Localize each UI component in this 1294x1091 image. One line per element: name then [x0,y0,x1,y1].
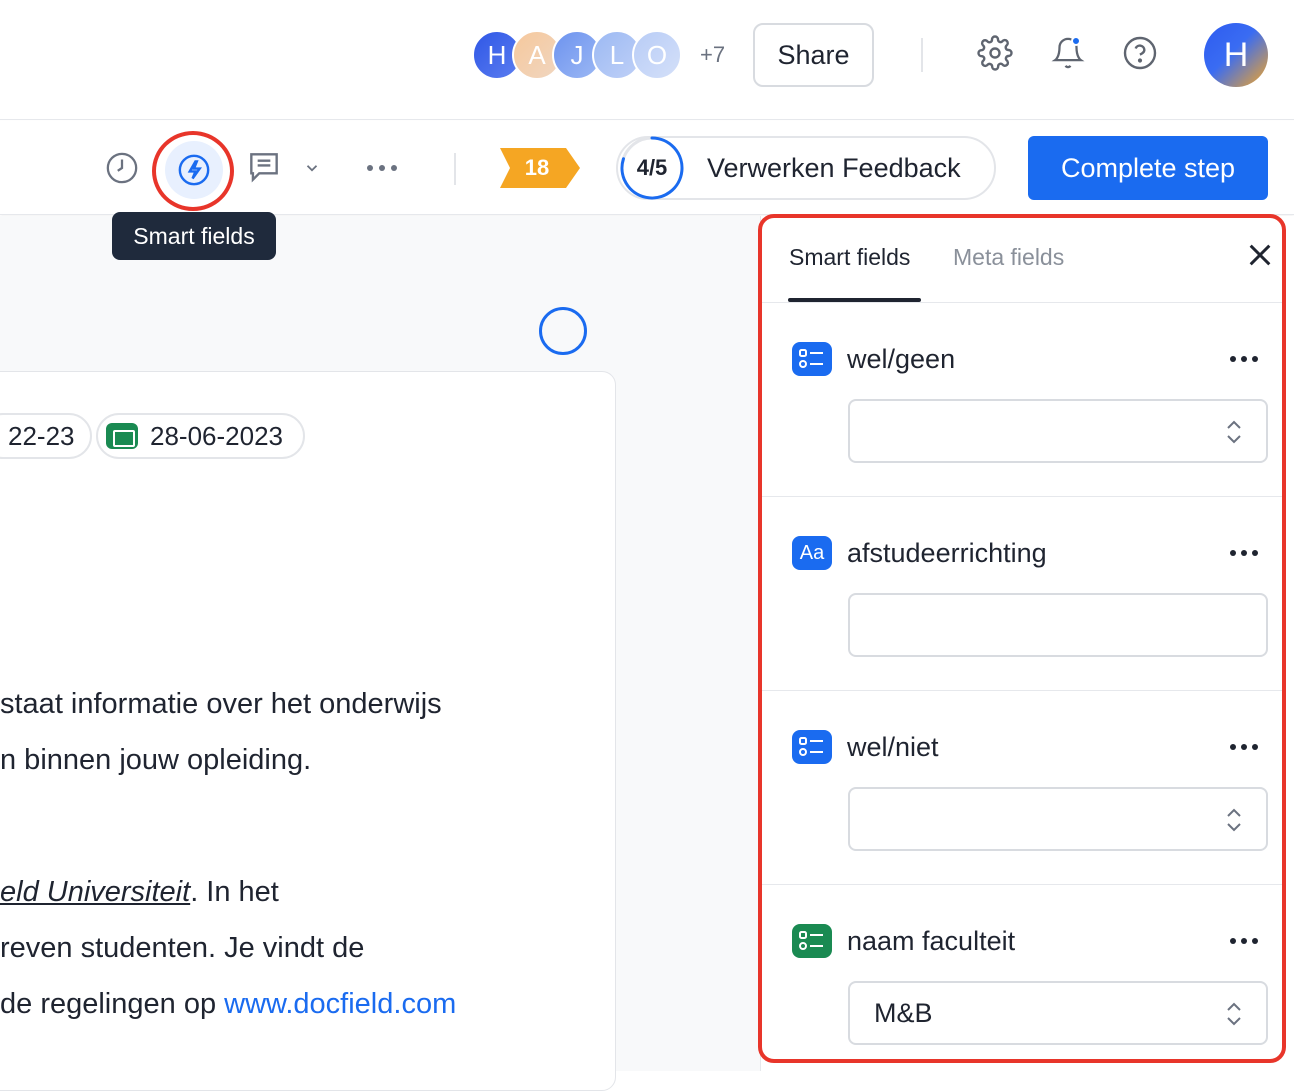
calendar-icon [106,423,138,449]
tab-meta-fields[interactable]: Meta fields [953,244,1064,271]
loading-indicator [539,307,587,355]
sort-icon [1227,808,1241,832]
divider [921,38,923,72]
more-icon[interactable] [362,148,402,188]
document-text: . In het [190,876,279,908]
highlight-circle [152,131,234,211]
field-label: wel/niet [847,732,939,762]
step-fraction: 4/5 [636,155,668,180]
document-page [0,371,616,1091]
divider [454,153,456,185]
field-label: afstudeerrichting [847,538,1047,568]
text-type-icon: Aa [792,536,832,570]
document-text: reven studenten. Je vindt de [0,932,365,964]
notification-dot [1071,36,1081,46]
badge-count: 18 [524,155,550,180]
field-label: naam faculteit [847,926,1016,956]
clock-icon[interactable] [102,148,142,188]
collaborator-avatars[interactable]: H A J L O [472,30,682,80]
user-avatar[interactable]: H [1204,23,1268,87]
list-check-icon [792,342,832,376]
select-value: M&B [874,998,933,1028]
gear-icon[interactable] [975,33,1015,73]
document-text: de regelingen op www.docfield.com [0,988,456,1021]
document-text: n binnen jouw opleiding. [0,744,312,776]
avatar[interactable]: O [632,30,682,80]
sort-icon [1227,420,1241,444]
field-label: wel/geen [847,344,956,374]
count-badge[interactable]: 18 [500,148,580,188]
comment-icon[interactable] [244,147,284,187]
share-button[interactable]: Share [753,23,874,87]
document-text: eld Universiteit. In het [0,876,279,909]
more-collaborators-count[interactable]: +7 [700,42,725,68]
wel-geen-select[interactable] [848,399,1268,463]
bell-icon[interactable] [1048,33,1088,73]
smart-fields-tooltip: Smart fields [112,212,276,260]
help-icon[interactable] [1120,33,1160,73]
more-icon[interactable] [1226,347,1262,371]
step-name: Verwerken Feedback [707,153,961,183]
list-check-icon [792,730,832,764]
more-icon[interactable] [1226,735,1262,759]
more-icon[interactable] [1226,541,1262,565]
document-text: de regelingen op [0,988,225,1020]
wel-niet-select[interactable] [848,787,1268,851]
period-chip[interactable]: 22-23 [0,413,92,459]
close-icon[interactable] [1244,239,1276,271]
document-text: staat informatie over het onderwijs [0,688,442,720]
sort-icon [1227,1002,1241,1026]
afstudeerrichting-input[interactable] [848,593,1268,657]
list-check-icon [792,924,832,958]
more-icon[interactable] [1226,929,1262,953]
naam-faculteit-select[interactable]: M&B [848,981,1268,1045]
complete-step-button[interactable]: Complete step [1028,136,1268,200]
document-emphasis: eld Universiteit [0,876,191,908]
chevron-down-icon[interactable] [292,148,332,188]
docfield-link[interactable]: www.docfield.com [224,988,456,1020]
tab-smart-fields[interactable]: Smart fields [789,244,910,271]
